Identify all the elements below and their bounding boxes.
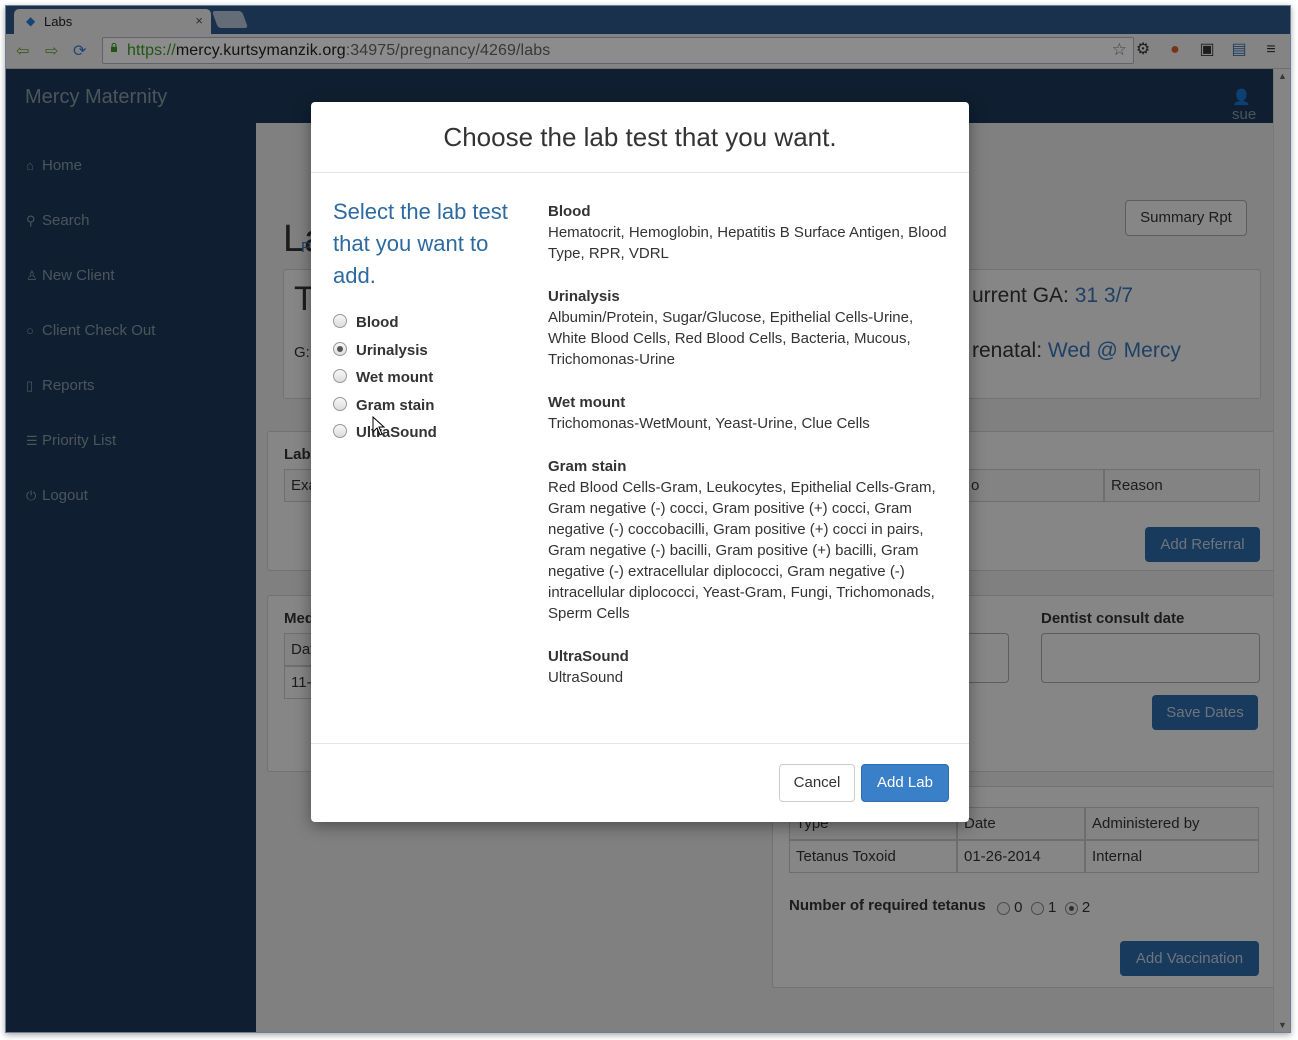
modal-prompt: Select the lab test that you want to add…	[333, 199, 508, 288]
lab-option-blood[interactable]: Blood	[333, 314, 399, 331]
lab-description-blood: Blood Hematocrit, Hemoglobin, Hepatitis …	[548, 201, 953, 264]
modal-title: Choose the lab test that you want.	[443, 122, 837, 152]
modal-header: Choose the lab test that you want.	[311, 102, 969, 173]
lab-description-text: UltraSound	[548, 669, 624, 686]
lab-description-wet-mount: Wet mount Trichomonas-WetMount, Yeast-Ur…	[548, 392, 953, 434]
radio-button[interactable]	[333, 397, 347, 411]
lab-option-gram-stain[interactable]: Gram stain	[333, 397, 434, 414]
lab-description-text: Red Blood Cells-Gram, Leukocytes, Epithe…	[548, 479, 936, 622]
mouse-cursor-icon	[372, 416, 386, 436]
lab-description-urinalysis: Urinalysis Albumin/Protein, Sugar/Glucos…	[548, 286, 953, 370]
radio-button[interactable]	[333, 424, 347, 438]
lab-description-text: Hematocrit, Hemoglobin, Hepatitis B Surf…	[548, 224, 947, 262]
lab-description-text: Trichomonas-WetMount, Yeast-Urine, Clue …	[548, 415, 870, 432]
modal-footer: Cancel Add Lab	[311, 743, 969, 823]
lab-option-urinalysis[interactable]: Urinalysis	[333, 342, 428, 359]
lab-description-heading: UltraSound	[548, 648, 629, 665]
radio-button[interactable]	[333, 369, 347, 383]
choose-lab-modal: Choose the lab test that you want. Selec…	[311, 102, 969, 822]
lab-description-text: Albumin/Protein, Sugar/Glucose, Epitheli…	[548, 309, 914, 368]
lab-description-gram-stain: Gram stain Red Blood Cells-Gram, Leukocy…	[548, 456, 953, 624]
lab-description-heading: Blood	[548, 203, 591, 220]
lab-description-heading: Wet mount	[548, 394, 626, 411]
lab-description-heading: Urinalysis	[548, 288, 620, 305]
lab-description-heading: Gram stain	[548, 458, 627, 475]
radio-button-selected[interactable]	[333, 342, 347, 356]
browser-window: ◆ Labs × ⇦ ⇨ ⟳ https://mercy.kurtsymanzi…	[5, 5, 1291, 1033]
lab-option-wet-mount[interactable]: Wet mount	[333, 369, 433, 386]
radio-button[interactable]	[333, 314, 347, 328]
add-lab-button[interactable]: Add Lab	[861, 764, 949, 802]
lab-description-ultrasound: UltraSound UltraSound	[548, 646, 953, 688]
cancel-button[interactable]: Cancel	[779, 764, 855, 802]
